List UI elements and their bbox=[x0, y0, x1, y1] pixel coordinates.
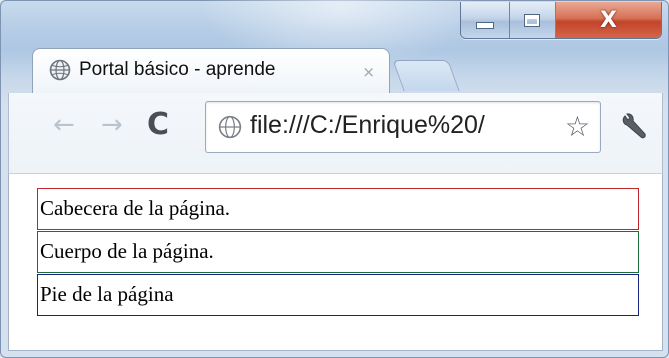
browser-tab[interactable]: Portal básico - aprende × bbox=[32, 48, 390, 95]
new-tab-button[interactable] bbox=[392, 60, 460, 91]
page-footer-section: Pie de la página bbox=[37, 274, 639, 316]
wrench-icon[interactable] bbox=[617, 107, 651, 141]
browser-window: X Portal básico - aprende × ← → C file:/… bbox=[0, 0, 669, 358]
maximize-icon bbox=[524, 13, 541, 27]
page-globe-icon bbox=[218, 115, 242, 139]
toolbar: ← → C file:///C:/Enrique%20/ ☆ bbox=[8, 93, 663, 173]
close-window-button[interactable]: X bbox=[556, 2, 661, 38]
page-body-section: Cuerpo de la página. bbox=[37, 231, 639, 273]
page-header-section: Cabecera de la página. bbox=[37, 188, 639, 230]
reload-button[interactable]: C bbox=[147, 107, 169, 142]
caption-buttons: X bbox=[460, 2, 662, 39]
minimize-button[interactable] bbox=[461, 2, 510, 38]
close-icon: X bbox=[600, 7, 618, 33]
bookmark-star-icon[interactable]: ☆ bbox=[565, 110, 590, 143]
maximize-button[interactable] bbox=[509, 2, 557, 38]
address-bar[interactable]: file:///C:/Enrique%20/ ☆ bbox=[205, 101, 601, 153]
url-text[interactable]: file:///C:/Enrique%20/ bbox=[250, 111, 540, 140]
page-content: Cabecera de la página. Cuerpo de la pági… bbox=[8, 173, 663, 351]
back-button[interactable]: ← bbox=[53, 110, 75, 140]
forward-button[interactable]: → bbox=[101, 110, 123, 140]
tab-close-icon[interactable]: × bbox=[362, 63, 375, 81]
globe-icon bbox=[49, 59, 71, 81]
tab-title: Portal básico - aprende bbox=[79, 59, 276, 80]
minimize-icon bbox=[475, 21, 494, 29]
